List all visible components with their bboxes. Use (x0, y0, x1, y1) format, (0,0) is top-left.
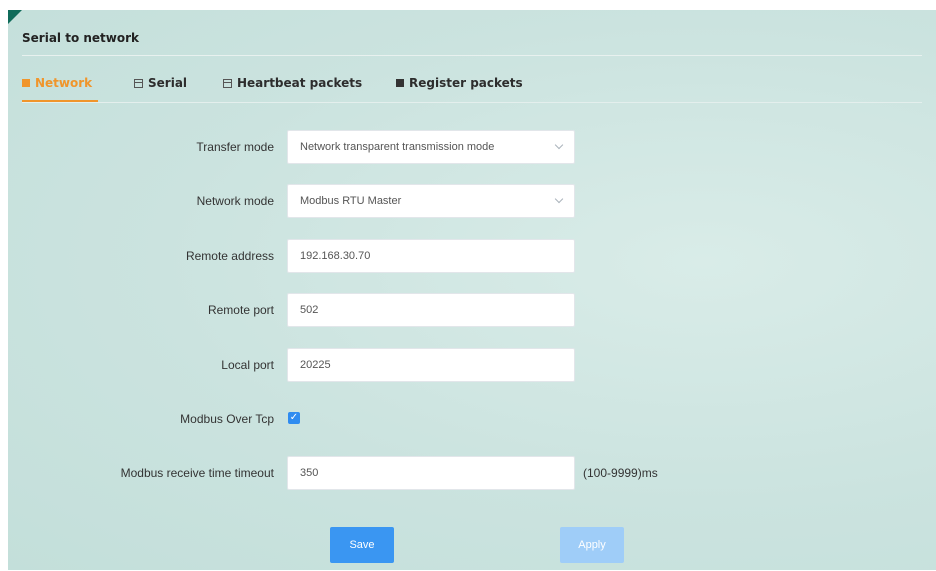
remote-address-label: Remote address (185, 249, 274, 263)
tab-divider (22, 102, 922, 103)
modbus-timeout-input[interactable] (287, 456, 575, 490)
panel-title: Serial to network (22, 31, 140, 45)
remote-port-row: Remote port (8, 293, 936, 327)
modbus-timeout-range: (100-9999)ms (583, 466, 658, 480)
transfer-mode-row: Transfer mode Network transparent transm… (8, 130, 936, 164)
square-icon (396, 79, 404, 87)
network-icon (22, 79, 30, 87)
remote-port-label: Remote port (207, 303, 274, 317)
tab-register-label: Register packets (409, 76, 523, 90)
modbus-timeout-row: Modbus receive time timeout (100-9999)ms (8, 456, 936, 490)
chevron-down-icon (554, 194, 564, 204)
network-mode-row: Network mode Modbus RTU Master (8, 184, 936, 218)
calendar-icon (223, 78, 232, 88)
checkmark-icon: ✓ (289, 412, 299, 423)
tab-heartbeat-label: Heartbeat packets (237, 76, 363, 90)
modbus-over-tcp-checkbox[interactable]: ✓ (288, 412, 300, 424)
corner-accent (8, 10, 22, 24)
apply-button[interactable]: Apply (560, 527, 624, 563)
chevron-down-icon (554, 140, 564, 150)
transfer-mode-label: Transfer mode (196, 140, 274, 154)
network-mode-label: Network mode (196, 194, 274, 208)
remote-address-row: Remote address (8, 239, 936, 273)
transfer-mode-select[interactable]: Network transparent transmission mode (287, 130, 575, 164)
serial-to-network-panel: Serial to network Network Serial Heartbe… (8, 10, 936, 570)
network-mode-value: Modbus RTU Master (300, 195, 402, 207)
tab-register-packets[interactable]: Register packets (396, 76, 523, 90)
local-port-label: Local port (221, 358, 274, 372)
tab-serial-label: Serial (148, 76, 188, 90)
tab-heartbeat-packets[interactable]: Heartbeat packets (223, 76, 362, 90)
title-divider (22, 55, 922, 56)
calendar-icon (134, 78, 143, 88)
tab-network[interactable]: Network (22, 76, 92, 90)
modbus-over-tcp-label: Modbus Over Tcp (180, 412, 274, 426)
local-port-row: Local port (8, 348, 936, 382)
remote-address-input[interactable] (287, 239, 575, 273)
modbus-timeout-label: Modbus receive time timeout (120, 466, 274, 480)
tab-serial[interactable]: Serial (134, 76, 187, 90)
tab-network-label: Network (35, 76, 93, 90)
remote-port-input[interactable] (287, 293, 575, 327)
network-mode-select[interactable]: Modbus RTU Master (287, 184, 575, 218)
save-button[interactable]: Save (330, 527, 394, 563)
modbus-over-tcp-row: Modbus Over Tcp ✓ (8, 402, 936, 436)
local-port-input[interactable] (287, 348, 575, 382)
transfer-mode-value: Network transparent transmission mode (300, 141, 495, 153)
